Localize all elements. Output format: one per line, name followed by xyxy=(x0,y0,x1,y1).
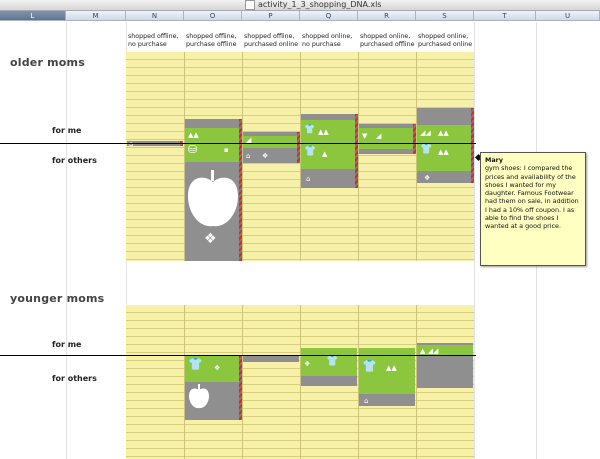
gift-icon: ▪ xyxy=(224,146,229,154)
shoe-icon: ▲▲ xyxy=(318,128,329,136)
baseline-older xyxy=(0,143,476,144)
column-header-O[interactable]: O xyxy=(184,11,242,21)
shoe-icon: ▲ xyxy=(322,150,328,158)
tshirt-icon: 👕 xyxy=(188,357,203,371)
column-header-Q[interactable]: Q xyxy=(300,11,358,21)
window-title: activity_1_3_shopping_DNA.xls xyxy=(258,0,382,9)
grid-line xyxy=(66,22,67,459)
gift-icon: ❖ xyxy=(262,152,269,160)
row-label-for-me: for me xyxy=(52,126,82,135)
baseline-younger xyxy=(0,355,476,356)
grid-line xyxy=(474,22,475,459)
shoe-icon: ◢ xyxy=(376,132,382,140)
document-icon xyxy=(245,0,255,10)
comment-marker[interactable] xyxy=(239,356,242,420)
bar-o-me-gray xyxy=(185,119,241,128)
row-label-for-others: for others xyxy=(52,374,97,383)
bar-r-others-gray xyxy=(359,149,415,154)
bar-q-young-others-gray xyxy=(301,376,357,386)
bar-p-others-gray xyxy=(243,148,299,163)
house-icon: ⌂ xyxy=(306,175,311,183)
house-icon: ⌂ xyxy=(246,152,251,160)
comment-marker[interactable] xyxy=(413,124,416,154)
row-label-for-others: for others xyxy=(52,156,97,165)
bar-s-me-gray xyxy=(417,108,473,125)
column-header-P[interactable]: P xyxy=(242,11,300,21)
bag-icon: ⛁ xyxy=(188,143,198,156)
note-text: gym shoes: I compared the prices and ava… xyxy=(485,164,579,231)
tshirt-icon: 👕 xyxy=(304,146,317,157)
header-online-purchased-online: shopped online, purchased online xyxy=(418,33,473,48)
shoe-icon: ❖ xyxy=(304,360,311,368)
column-header-S[interactable]: S xyxy=(416,11,474,21)
bar-r-me-green xyxy=(359,128,415,143)
shoe-icon: ▲▲ xyxy=(438,129,449,137)
bar-s-young-others-gray xyxy=(417,356,473,388)
note-author: Mary xyxy=(485,156,503,164)
shoe-icon: ▲▲ xyxy=(188,131,199,139)
shoe-icon: ▲▲ xyxy=(438,148,449,156)
tshirt-icon: 👕 xyxy=(420,144,433,155)
column-header-T[interactable]: T xyxy=(474,11,536,21)
house-icon: ⌂ xyxy=(364,397,369,405)
bar-p-me-green xyxy=(243,136,299,143)
column-header-U[interactable]: U xyxy=(536,11,600,21)
tshirt-icon: 👕 xyxy=(304,125,316,135)
column-header-M[interactable]: M xyxy=(66,11,126,21)
spreadsheet-grid[interactable]: shopped offline, no purchase shopped off… xyxy=(0,22,600,459)
apple-icon xyxy=(188,170,238,227)
apple-icon xyxy=(189,384,209,409)
shoe-icon: ▲ ◢◢ xyxy=(420,347,439,355)
section-title-younger-moms: younger moms xyxy=(10,292,105,305)
comment-marker[interactable] xyxy=(297,132,300,163)
header-offline-no-purchase: shopped offline, no purchase xyxy=(128,33,179,48)
column-header-R[interactable]: R xyxy=(358,11,416,21)
header-offline-purchase-offline: shopped offline, purchase offline xyxy=(186,33,237,48)
section-title-older-moms: older moms xyxy=(10,56,85,69)
title-bar: activity_1_3_shopping_DNA.xls xyxy=(0,0,600,11)
gift-icon: ❖ xyxy=(214,364,221,372)
shoe-icon: ◢◢ xyxy=(420,129,431,137)
tshirt-icon: ▼ xyxy=(362,132,368,140)
column-header-L[interactable]: L xyxy=(0,11,66,21)
bar-p-young-others-gray xyxy=(243,356,299,362)
house-icon: ⌂ xyxy=(129,140,134,148)
gift-icon: ❖ xyxy=(424,174,431,182)
header-offline-purchased-online: shopped offline, purchased online xyxy=(244,33,299,48)
comment-marker[interactable] xyxy=(355,114,358,188)
tshirt-icon: 👕 xyxy=(326,356,339,367)
gift-icon: ❖ xyxy=(204,231,217,247)
comment-note[interactable]: Mary gym shoes: I compared the prices an… xyxy=(480,152,586,266)
shoe-icon: ▲▲ xyxy=(386,364,397,372)
column-header-N[interactable]: N xyxy=(126,11,184,21)
row-label-for-me: for me xyxy=(52,340,82,349)
tshirt-icon: 👕 xyxy=(362,359,377,373)
header-online-purchased-offline: shopped online, purchased offline xyxy=(360,33,415,48)
header-online-no-purchase: shopped online, no purchase xyxy=(302,33,353,48)
comment-marker[interactable] xyxy=(471,108,474,183)
